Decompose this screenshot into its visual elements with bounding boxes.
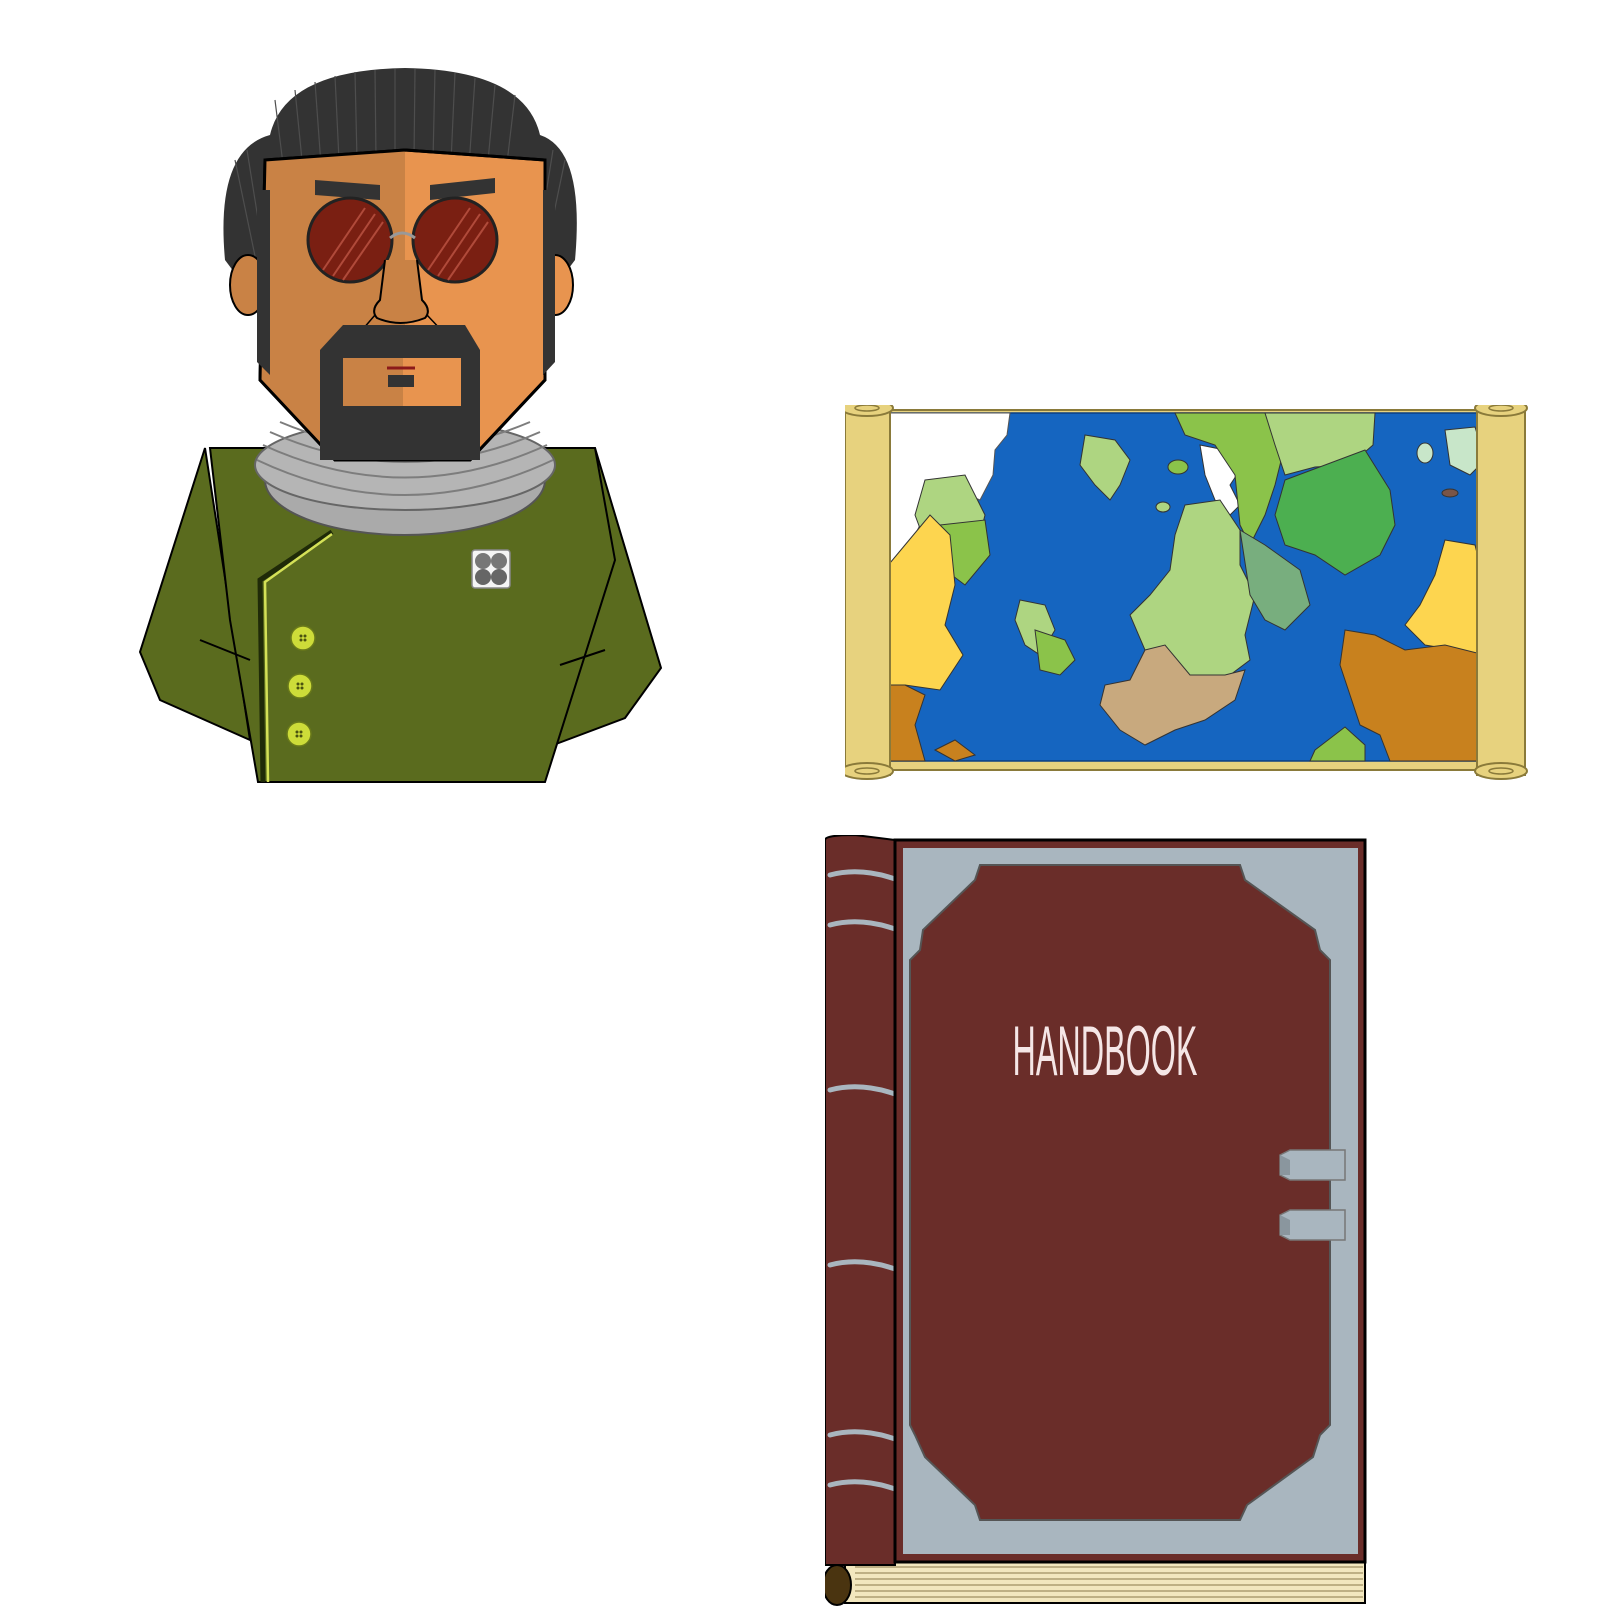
book-icon: HANDBOOK — [825, 835, 1367, 1606]
character-portrait[interactable] — [135, 60, 675, 820]
insignia-pin-icon — [471, 549, 511, 589]
world-map-scroll[interactable] — [845, 405, 1565, 807]
world-map-scroll-icon — [845, 405, 1528, 780]
game-inventory-stage: HANDBOOK — [0, 0, 1608, 1608]
handbook-book[interactable]: HANDBOOK — [825, 835, 1385, 1608]
officer-portrait-icon — [138, 68, 663, 783]
book-title: HANDBOOK — [1013, 1012, 1198, 1090]
